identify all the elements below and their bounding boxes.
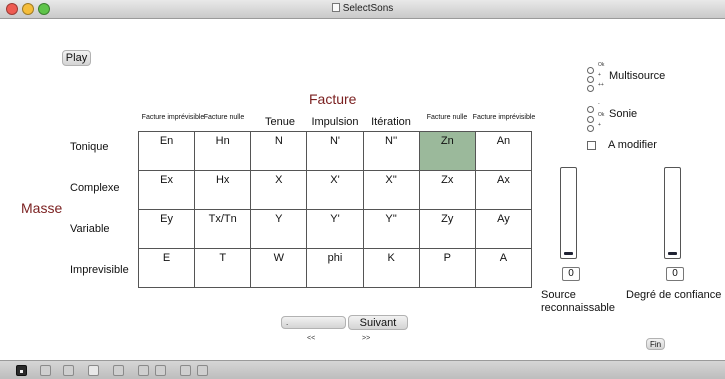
grid-cell[interactable]: X' <box>306 170 364 210</box>
bottom-toolbar <box>0 360 725 379</box>
column-header-facture-imprevisible-right: Facture imprévisible <box>472 114 536 121</box>
grid-cell[interactable]: A <box>474 248 533 288</box>
lock-icon[interactable] <box>16 365 27 376</box>
grid-cell[interactable]: Y'' <box>362 209 420 249</box>
degre-confiance-label: Degré de confiance <box>626 289 722 301</box>
table-row: Ex Hx X X' X'' Zx Ax <box>137 170 533 210</box>
source-reconnaissable-slider[interactable] <box>560 167 577 259</box>
slider-fill <box>668 252 677 255</box>
a-modifier-label: A modifier <box>608 139 657 151</box>
grid-cell[interactable]: Hn <box>194 131 252 171</box>
previous-button[interactable]: . <box>281 316 346 329</box>
title-bar: SelectSons <box>0 0 725 19</box>
play-button[interactable]: Play <box>62 50 91 66</box>
window-icon[interactable] <box>155 365 166 376</box>
facture-title: Facture <box>309 91 357 107</box>
masse-title: Masse <box>21 200 63 216</box>
sonie-option-plus-label: + <box>598 122 601 128</box>
grid-cell[interactable]: X'' <box>362 170 420 210</box>
grid-cell[interactable]: P <box>418 248 476 288</box>
radio-button[interactable] <box>587 85 594 93</box>
add-object-icon[interactable] <box>40 365 51 376</box>
grid-cell[interactable]: En <box>137 131 196 171</box>
row-header-tonique: Tonique <box>70 141 109 153</box>
source-label-line2: reconnaissable <box>541 302 615 314</box>
info-icon[interactable] <box>113 365 124 376</box>
grid-cell[interactable]: T <box>194 248 252 288</box>
grid-cell[interactable]: Ey <box>137 209 196 249</box>
grid-cell[interactable]: X <box>250 170 308 210</box>
multisource-option-ok-label: Ok <box>598 62 605 68</box>
grid-cell[interactable]: W <box>250 248 308 288</box>
grid-cell[interactable]: Ax <box>474 170 533 210</box>
slider-fill <box>564 252 573 255</box>
multisource-option-plusplus-label: ++ <box>598 82 604 88</box>
add-subpatch-icon[interactable] <box>63 365 74 376</box>
grid-cell[interactable]: N'' <box>362 131 420 171</box>
window-title: SelectSons <box>342 3 394 14</box>
previous-arrows[interactable]: << <box>307 335 315 342</box>
grid-cell[interactable]: phi <box>306 248 364 288</box>
grid-cell[interactable]: N' <box>306 131 364 171</box>
a-modifier-checkbox[interactable] <box>587 141 596 150</box>
grid-cell-selected[interactable]: Zn <box>418 131 476 171</box>
grid-icon[interactable] <box>180 365 191 376</box>
grid-cell[interactable]: Zy <box>418 209 476 249</box>
grid-cell[interactable]: N <box>250 131 308 171</box>
table-row: E T W phi K P A <box>137 248 533 288</box>
source-reconnaissable-value[interactable]: 0 <box>562 267 580 281</box>
multisource-option-plus-label: + <box>598 72 601 78</box>
app-window: SelectSons Play Facture Masse Facture im… <box>0 0 725 379</box>
grid-cell[interactable]: E <box>137 248 196 288</box>
source-label-line1: Source <box>541 289 576 301</box>
table-row: En Hn N N' N'' Zn An <box>137 131 533 171</box>
multisource-label: Multisource <box>609 70 666 82</box>
grid-icon[interactable] <box>197 365 208 376</box>
sound-type-grid: En Hn N N' N'' Zn An Ex Hx X X' X'' Zx A… <box>137 131 533 288</box>
multisource-radio-plusplus[interactable] <box>587 80 596 98</box>
grid-cell[interactable]: Hx <box>194 170 252 210</box>
degre-confiance-slider[interactable] <box>664 167 681 259</box>
grid-cell[interactable]: Zx <box>418 170 476 210</box>
row-header-imprevisible: Imprevisible <box>70 264 129 276</box>
grid-cell[interactable]: Ay <box>474 209 533 249</box>
table-row: Ey Tx/Tn Y Y' Y'' Zy Ay <box>137 209 533 249</box>
grid-cell[interactable]: An <box>474 131 533 171</box>
grid-cell[interactable]: K <box>362 248 420 288</box>
sonie-option-minus-label: - <box>598 101 600 107</box>
fin-button[interactable]: Fin <box>646 338 665 350</box>
radio-button[interactable] <box>587 125 594 133</box>
next-arrows[interactable]: >> <box>362 335 370 342</box>
grid-cell[interactable]: Tx/Tn <box>194 209 252 249</box>
sonie-radio-plus[interactable] <box>587 120 596 138</box>
grid-cell[interactable]: Y' <box>306 209 364 249</box>
row-header-complexe: Complexe <box>70 182 120 194</box>
sonie-option-ok-label: Ok <box>598 112 605 118</box>
window-icon[interactable] <box>138 365 149 376</box>
sonie-label: Sonie <box>609 108 638 120</box>
degre-confiance-value[interactable]: 0 <box>666 267 684 281</box>
document-icon <box>331 3 340 12</box>
grid-cell[interactable]: Ex <box>137 170 196 210</box>
row-header-variable: Variable <box>70 223 110 235</box>
grid-cell[interactable]: Y <box>250 209 308 249</box>
window-title-wrap: SelectSons <box>0 3 725 14</box>
presentation-icon[interactable] <box>88 365 99 376</box>
suivant-button[interactable]: Suivant <box>348 315 408 330</box>
